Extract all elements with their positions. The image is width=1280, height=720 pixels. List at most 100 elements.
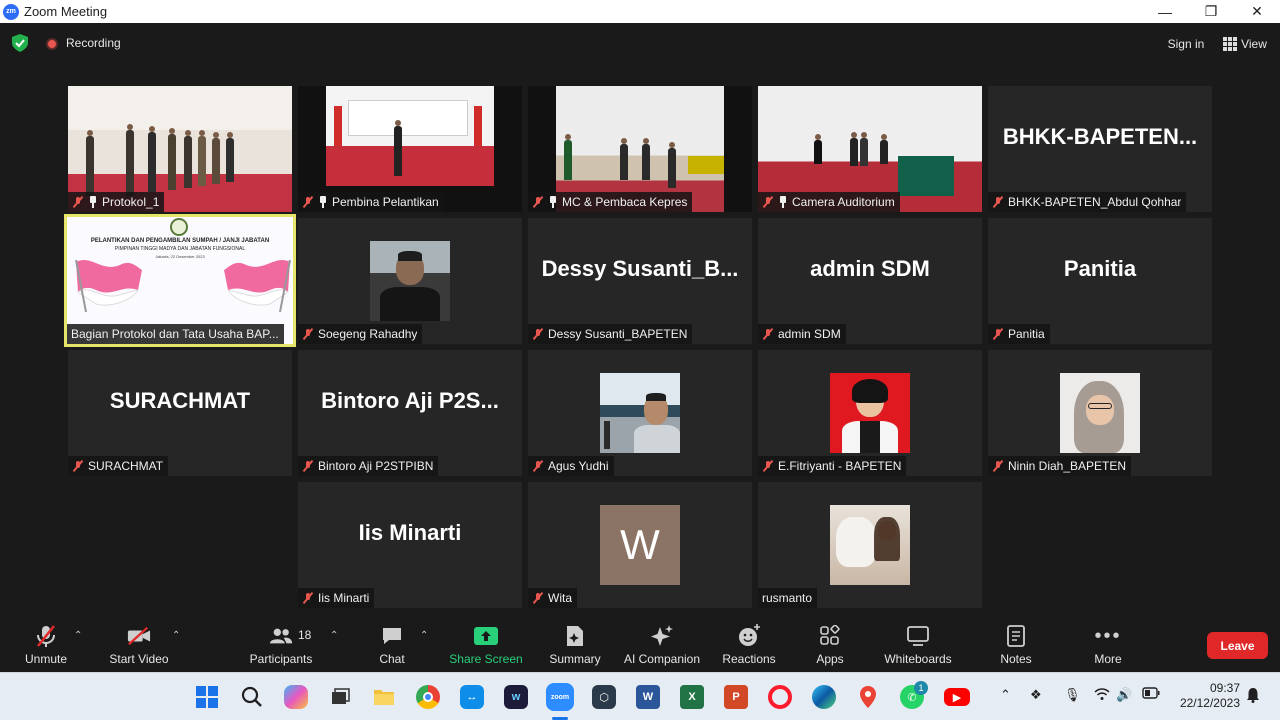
minimize-icon[interactable]: —: [1142, 0, 1188, 23]
participant-name: Dessy Susanti_BAPETEN: [548, 327, 688, 341]
mic-muted-icon: [762, 328, 774, 340]
participant-tile[interactable]: E.Fitriyanti - BAPETEN: [758, 350, 982, 476]
mic-muted-icon: [302, 592, 314, 604]
task-view-icon[interactable]: [328, 685, 352, 709]
participants-icon: [269, 624, 293, 648]
participant-name: Wita: [548, 591, 572, 605]
participant-tile[interactable]: MC & Pembaca Kepres: [528, 86, 752, 212]
shield-icon[interactable]: [12, 34, 28, 52]
whiteboards-button[interactable]: Whiteboards: [878, 620, 958, 672]
excel-icon[interactable]: X: [680, 685, 704, 709]
youtube-icon[interactable]: ▶: [944, 688, 970, 706]
meeting-toolbar: Unmute ⌃ Start Video ⌃ Participants 18 ⌃…: [0, 620, 1280, 672]
maps-icon[interactable]: [856, 685, 880, 709]
reactions-button[interactable]: Reactions: [718, 620, 780, 672]
file-explorer-icon[interactable]: [372, 685, 396, 709]
microphone-icon[interactable]: 🎙: [1064, 687, 1081, 703]
participant-tile[interactable]: Iis Minarti Iis Minarti: [298, 482, 522, 608]
search-icon[interactable]: [240, 685, 264, 709]
maximize-icon[interactable]: ❐: [1188, 0, 1234, 23]
system-clock[interactable]: 09:37 22/12/2023: [1170, 681, 1240, 711]
webex-icon[interactable]: w: [504, 685, 528, 709]
chevron-up-icon[interactable]: ⌃: [1000, 687, 1011, 703]
summary-label: Summary: [549, 652, 601, 666]
notes-button[interactable]: Notes: [994, 620, 1038, 672]
unmute-label: Unmute: [24, 652, 68, 666]
window-controls: — ❐ ✕: [1142, 0, 1280, 23]
participant-tile[interactable]: SURACHMAT SURACHMAT: [68, 350, 292, 476]
apps-icon: [818, 624, 842, 648]
windows-start-icon[interactable]: [195, 685, 219, 709]
participant-tile[interactable]: Dessy Susanti_B... Dessy Susanti_BAPETEN: [528, 218, 752, 344]
participant-display-name: SURACHMAT: [109, 388, 251, 413]
pin-icon: [548, 196, 558, 208]
participant-tile-active-speaker[interactable]: PELANTIKAN DAN PENGAMBILAN SUMPAH / JANJ…: [64, 214, 296, 347]
zoom-taskbar-icon[interactable]: zoom: [546, 683, 574, 711]
ai-companion-button[interactable]: AI Companion: [620, 620, 704, 672]
unmute-button[interactable]: Unmute: [20, 620, 72, 672]
teamviewer-icon[interactable]: ↔: [460, 685, 484, 709]
reactions-icon: [737, 624, 761, 648]
participant-tile[interactable]: Panitia Panitia: [988, 218, 1212, 344]
participant-tile[interactable]: admin SDM admin SDM: [758, 218, 982, 344]
mic-muted-icon: [34, 624, 58, 648]
opera-icon[interactable]: [768, 685, 792, 709]
share-screen-button[interactable]: Share Screen: [446, 620, 526, 672]
mic-muted-icon: [302, 328, 314, 340]
sign-in-button[interactable]: Sign in: [1160, 33, 1212, 55]
whatsapp-badge: 1: [914, 681, 928, 695]
reactions-label: Reactions: [722, 652, 776, 666]
edge-icon[interactable]: [812, 685, 836, 709]
start-video-button[interactable]: Start Video: [104, 620, 174, 672]
grid-view-icon: [1223, 37, 1238, 51]
summary-icon: [563, 624, 587, 648]
copilot-icon[interactable]: [284, 685, 308, 709]
participant-tile[interactable]: Agus Yudhi: [528, 350, 752, 476]
chevron-up-icon[interactable]: ⌃: [74, 630, 82, 641]
chevron-up-icon[interactable]: ⌃: [172, 630, 180, 641]
view-label: View: [1241, 37, 1267, 51]
participant-display-name: Panitia: [1063, 256, 1137, 281]
recording-label: Recording: [66, 36, 121, 50]
volume-icon[interactable]: 🔊: [1116, 687, 1132, 703]
notes-icon: [1004, 624, 1028, 648]
participant-tile[interactable]: Protokol_1: [68, 86, 292, 212]
mic-muted-icon: [992, 196, 1004, 208]
participants-label: Participants: [249, 652, 313, 666]
close-icon[interactable]: ✕: [1234, 0, 1280, 23]
summary-button[interactable]: Summary: [544, 620, 606, 672]
participant-video: [370, 241, 450, 321]
mic-muted-icon: [762, 196, 774, 208]
flag-left-icon: [75, 259, 142, 313]
mic-muted-icon: [302, 460, 314, 472]
participant-tile[interactable]: BHKK-BAPETEN... BHKK-BAPETEN_Abdul Qohha…: [988, 86, 1212, 212]
view-button[interactable]: View: [1218, 33, 1272, 55]
avatar-letter: W: [600, 505, 680, 585]
window-titlebar: zm Zoom Meeting — ❐ ✕: [0, 0, 1280, 23]
bitwarden-icon[interactable]: ⬡: [592, 685, 616, 709]
leave-button[interactable]: Leave: [1207, 632, 1268, 659]
powerpoint-icon[interactable]: P: [724, 685, 748, 709]
chrome-icon[interactable]: [416, 685, 440, 709]
participant-tile[interactable]: Ninin Diah_BAPETEN: [988, 350, 1212, 476]
participant-tile[interactable]: Pembina Pelantikan: [298, 86, 522, 212]
participant-display-name: admin SDM: [810, 256, 930, 281]
mic-muted-icon: [532, 328, 544, 340]
window-title: Zoom Meeting: [24, 4, 108, 19]
wifi-icon[interactable]: [1094, 687, 1110, 704]
chevron-up-icon[interactable]: ⌃: [330, 630, 338, 641]
clock-time: 09:37: [1209, 681, 1240, 695]
chevron-up-icon[interactable]: ⌃: [420, 630, 428, 641]
notification-bell-icon[interactable]: [1246, 687, 1260, 706]
participant-tile[interactable]: Soegeng Rahadhy: [298, 218, 522, 344]
participant-tile[interactable]: rusmanto: [758, 482, 982, 608]
participant-tile[interactable]: Bintoro Aji P2S... Bintoro Aji P2STPIBN: [298, 350, 522, 476]
participant-tile[interactable]: W Wita: [528, 482, 752, 608]
participant-tile[interactable]: Camera Auditorium: [758, 86, 982, 212]
more-button[interactable]: ••• More: [1086, 620, 1130, 672]
battery-icon[interactable]: [1142, 687, 1160, 702]
apps-button[interactable]: Apps: [808, 620, 852, 672]
dropbox-icon[interactable]: ❖: [1030, 687, 1042, 703]
word-icon[interactable]: W: [636, 685, 660, 709]
chat-button[interactable]: Chat: [370, 620, 414, 672]
